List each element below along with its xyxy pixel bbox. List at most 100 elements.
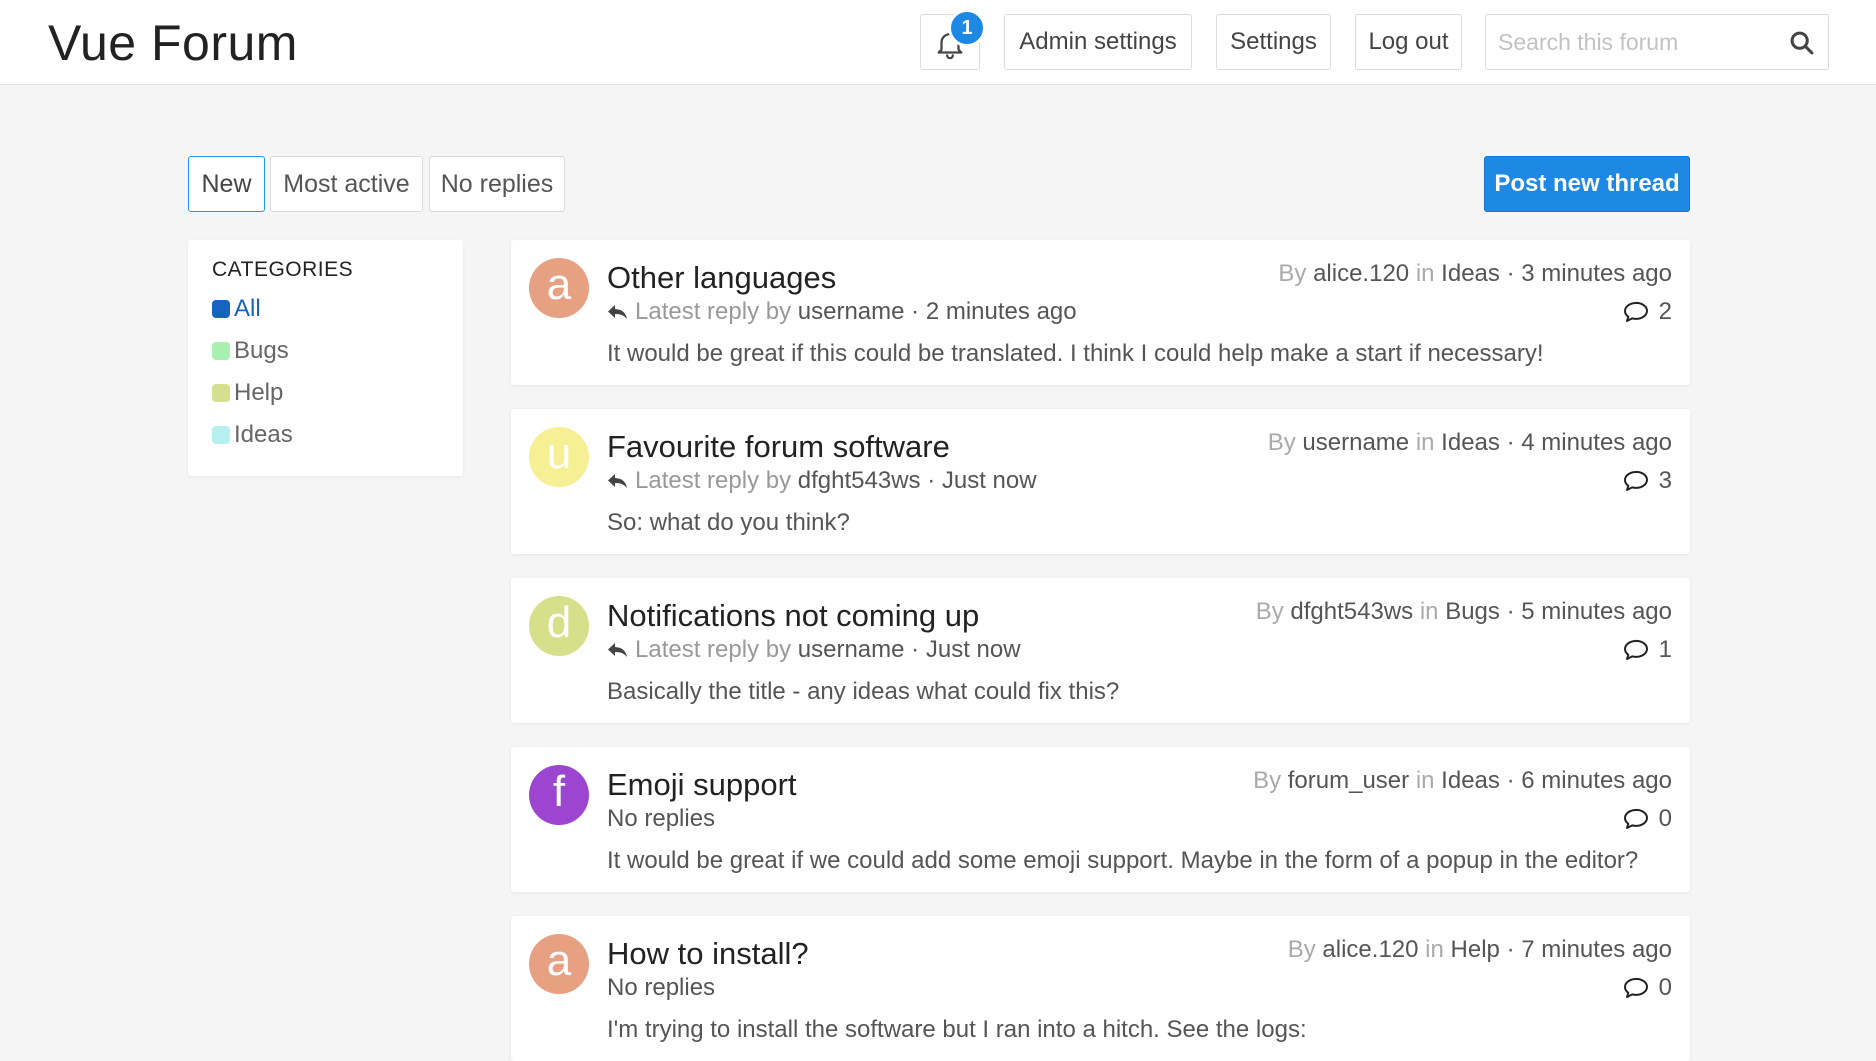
thread-category[interactable]: Ideas <box>1441 260 1500 287</box>
reply-count: 0 <box>1623 974 1672 1002</box>
separator: · <box>1506 260 1515 287</box>
separator: · <box>1506 598 1515 625</box>
admin-settings-button[interactable]: Admin settings <box>1004 14 1192 70</box>
thread-card[interactable]: d Notifications not coming up Latest rep… <box>511 578 1690 723</box>
category-label: Ideas <box>234 421 293 448</box>
tab-no-replies[interactable]: No replies <box>429 156 565 212</box>
notifications-button[interactable]: 1 <box>920 9 986 70</box>
thread-author[interactable]: username <box>1302 429 1409 456</box>
comment-icon <box>1623 639 1648 660</box>
reply-count: 0 <box>1623 805 1672 833</box>
category-label: Help <box>234 379 284 406</box>
thread-title[interactable]: Emoji support <box>607 767 797 803</box>
search-input[interactable] <box>1498 15 1778 69</box>
avatar[interactable]: d <box>529 596 589 656</box>
thread-card[interactable]: a Other languages Latest reply by userna… <box>511 240 1690 385</box>
in-label: in <box>1415 260 1435 287</box>
thread-author[interactable]: dfght543ws <box>1290 598 1413 625</box>
thread-meta: By alice.120 in Help · 7 minutes ago <box>1288 936 1672 964</box>
category-label: All <box>234 295 261 322</box>
thread-author[interactable]: alice.120 <box>1313 260 1409 287</box>
comment-icon <box>1623 470 1648 491</box>
reply-count-value: 1 <box>1658 636 1672 663</box>
separator: · <box>911 636 920 663</box>
category-color-swatch <box>212 384 230 402</box>
forum-logo[interactable]: Vue Forum <box>48 14 298 72</box>
tab-most-active[interactable]: Most active <box>270 156 423 212</box>
thread-snippet: Basically the title - any ideas what cou… <box>607 678 1120 705</box>
reply-username[interactable]: dfght543ws <box>798 467 921 495</box>
thread-title[interactable]: Notifications not coming up <box>607 598 979 634</box>
thread-time: 6 minutes ago <box>1521 767 1672 794</box>
reply-time: Just now <box>941 467 1037 494</box>
thread-card[interactable]: f Emoji support No replies It would be g… <box>511 747 1690 892</box>
category-color-swatch <box>212 342 230 360</box>
notification-count-badge: 1 <box>948 9 986 47</box>
category-item-bugs[interactable]: Bugs <box>212 330 439 372</box>
comment-icon <box>1623 808 1648 829</box>
reply-time: 2 minutes ago <box>925 298 1077 325</box>
separator: · <box>1506 429 1515 456</box>
thread-time: 3 minutes ago <box>1521 260 1672 287</box>
latest-reply-label: Latest reply by <box>635 636 792 663</box>
latest-reply-label: Latest reply by <box>635 298 792 325</box>
thread-snippet: I'm trying to install the software but I… <box>607 1016 1307 1043</box>
separator: · <box>911 298 920 325</box>
reply-count: 2 <box>1623 298 1672 326</box>
thread-snippet: It would be great if this could be trans… <box>607 340 1544 367</box>
reply-username[interactable]: username <box>798 636 905 664</box>
thread-title[interactable]: Favourite forum software <box>607 429 950 465</box>
reply-count: 3 <box>1623 467 1672 495</box>
thread-category[interactable]: Help <box>1451 936 1500 963</box>
thread-title[interactable]: How to install? <box>607 936 809 972</box>
settings-button[interactable]: Settings <box>1216 14 1331 70</box>
reply-count-value: 0 <box>1658 805 1672 832</box>
thread-author[interactable]: alice.120 <box>1322 936 1418 963</box>
category-item-help[interactable]: Help <box>212 372 439 414</box>
thread-title[interactable]: Other languages <box>607 260 836 296</box>
avatar[interactable]: u <box>529 427 589 487</box>
thread-author[interactable]: forum_user <box>1288 767 1409 794</box>
thread-snippet: So: what do you think? <box>607 509 850 536</box>
thread-category[interactable]: Ideas <box>1441 429 1500 456</box>
thread-category[interactable]: Ideas <box>1441 767 1500 794</box>
no-replies-text: No replies <box>607 805 716 832</box>
reply-icon <box>608 474 627 488</box>
categories-heading: CATEGORIES <box>212 258 354 281</box>
separator: · <box>1506 936 1515 963</box>
by-label: By <box>1255 598 1284 625</box>
thread-card[interactable]: u Favourite forum software Latest reply … <box>511 409 1690 554</box>
thread-no-replies: No replies <box>607 974 715 1002</box>
thread-no-replies: No replies <box>607 805 715 833</box>
post-new-thread-button[interactable]: Post new thread <box>1484 156 1690 212</box>
search-icon[interactable] <box>1788 29 1816 57</box>
by-label: By <box>1287 936 1316 963</box>
logout-button[interactable]: Log out <box>1355 14 1462 70</box>
category-item-all[interactable]: All <box>212 288 439 330</box>
avatar[interactable]: a <box>529 934 589 994</box>
in-label: in <box>1415 429 1435 456</box>
avatar[interactable]: a <box>529 258 589 318</box>
category-item-ideas[interactable]: Ideas <box>212 414 439 456</box>
thread-card[interactable]: a How to install? No replies I'm trying … <box>511 916 1690 1061</box>
avatar[interactable]: f <box>529 765 589 825</box>
category-list: All Bugs Help Ideas <box>212 288 439 456</box>
thread-category[interactable]: Bugs <box>1445 598 1500 625</box>
search-box <box>1485 14 1829 70</box>
category-color-swatch <box>212 300 230 318</box>
category-color-swatch <box>212 426 230 444</box>
thread-latest-reply: Latest reply by username · 2 minutes ago <box>607 298 1077 326</box>
tab-new[interactable]: New <box>188 156 265 212</box>
in-label: in <box>1419 598 1439 625</box>
reply-username[interactable]: username <box>798 298 905 326</box>
by-label: By <box>1253 767 1282 794</box>
categories-panel: CATEGORIES All Bugs Help Ideas <box>188 240 463 476</box>
thread-time: 4 minutes ago <box>1521 429 1672 456</box>
comment-icon <box>1623 301 1648 322</box>
comment-icon <box>1623 977 1648 998</box>
separator: · <box>927 467 936 494</box>
in-label: in <box>1415 767 1435 794</box>
thread-latest-reply: Latest reply by dfght543ws · Just now <box>607 467 1037 495</box>
reply-count-value: 0 <box>1658 974 1672 1001</box>
thread-meta: By username in Ideas · 4 minutes ago <box>1268 429 1672 457</box>
